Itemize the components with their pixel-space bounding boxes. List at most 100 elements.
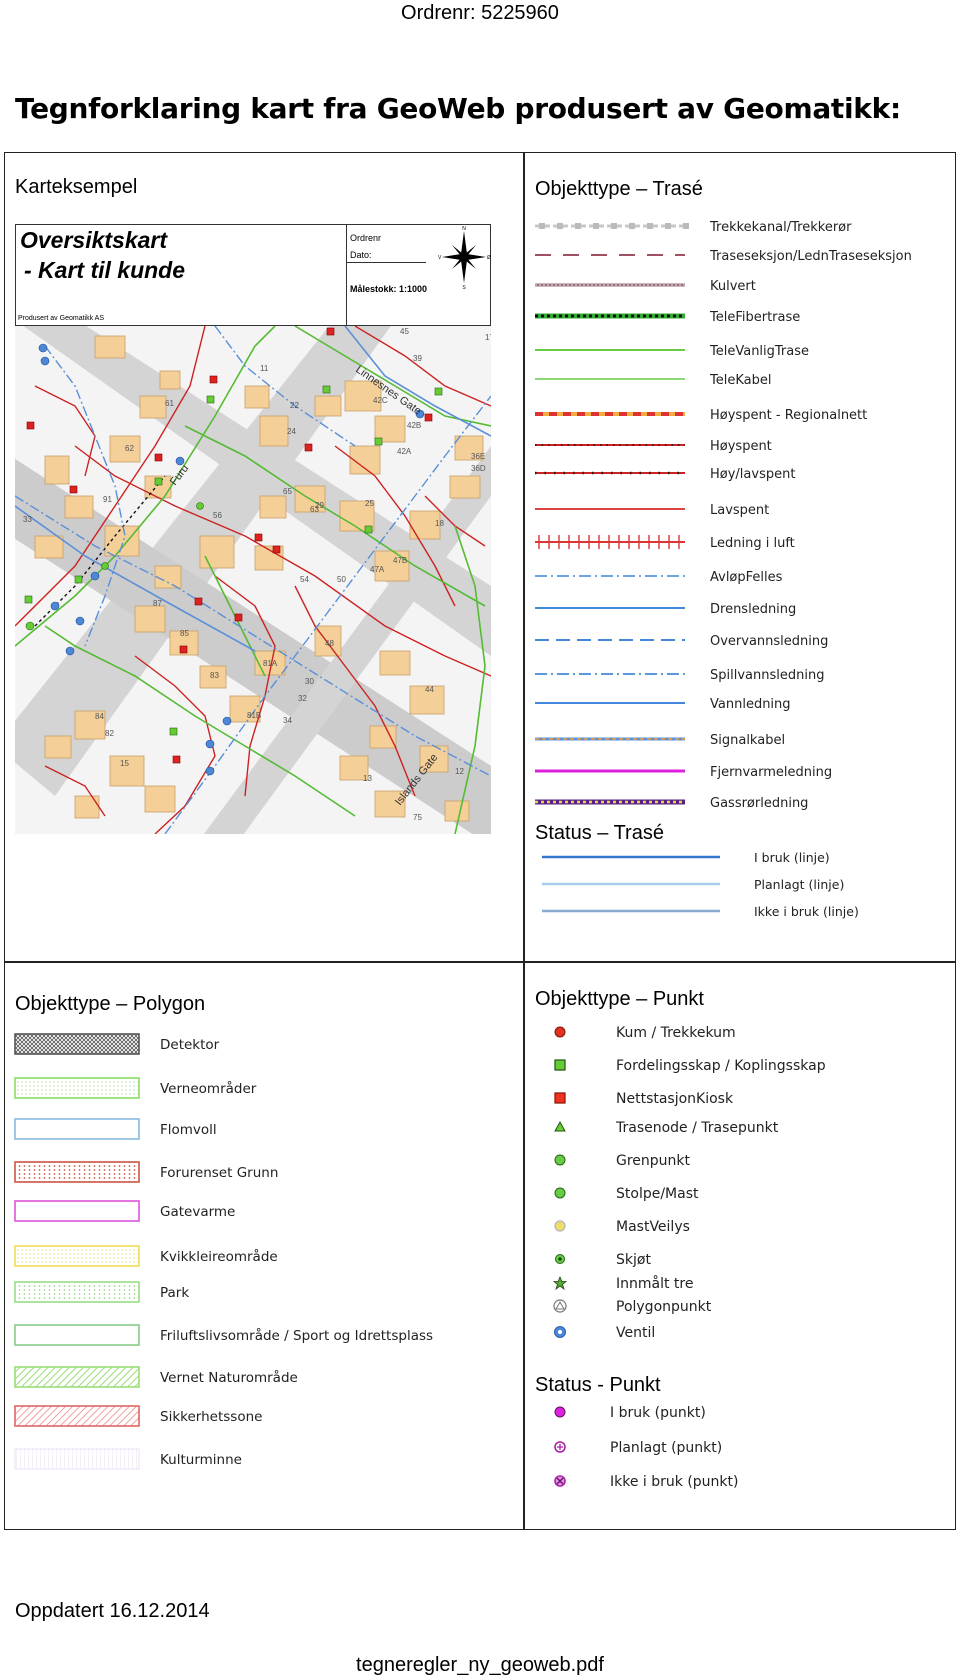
house-number: 42A <box>397 447 412 456</box>
house-number: 91 <box>103 495 112 504</box>
table-divider-vertical <box>523 152 525 1530</box>
polygon-symbol <box>14 1033 140 1055</box>
house-number: 13 <box>363 774 372 783</box>
route-legend-row: Fjernvarmeledning <box>535 765 832 780</box>
polygon-symbol <box>14 1245 140 1267</box>
route-legend-label: TeleKabel <box>709 373 771 388</box>
house-number: 61 <box>165 399 174 408</box>
route-status-title: Status – Trasé <box>535 822 664 844</box>
point-types-legend: Kum / Trekkekum Fordelingsskap / Koplings… <box>552 1025 826 1341</box>
route-legend-row: Trekkekanal/Trekkerør <box>535 220 852 235</box>
house-number: 12 <box>455 767 464 776</box>
green-triangle-icon <box>554 1120 566 1132</box>
point-legend-label: Kum / Trekkekum <box>616 1025 736 1041</box>
house-number: 81A <box>263 659 278 668</box>
table-divider-horizontal <box>4 961 956 963</box>
house-number: 48 <box>325 639 334 648</box>
route-legend-row: AvløpFelles <box>535 570 783 585</box>
route-legend-row: Lavspent <box>535 503 769 518</box>
polygon-symbol <box>14 1366 140 1388</box>
route-legend-label: Trekkekanal/Trekkerør <box>709 220 852 235</box>
polygon-symbol <box>14 1324 140 1346</box>
polygon-legend-label: Friluftslivsområde / Sport og Idrettspla… <box>160 1327 433 1344</box>
polygon-legend-label: Park <box>160 1285 189 1301</box>
point-legend-label: Innmålt tre <box>616 1275 693 1292</box>
point-legend-label: Grenpunkt <box>616 1153 691 1169</box>
polygon-legend-label: Kvikkleireområde <box>160 1248 278 1265</box>
house-number: 24 <box>287 427 296 436</box>
green-circle-icon <box>554 1187 566 1199</box>
map-header-divider <box>346 225 347 327</box>
polygon-legend-label: Vernet Naturområde <box>160 1369 298 1386</box>
route-legend-row: Høy/lavspent <box>535 467 795 482</box>
route-status-label: Ikke i bruk (linje) <box>754 904 859 919</box>
point-section-title: Objekttype – Punkt <box>535 988 704 1010</box>
yellow-circle-icon <box>554 1220 566 1232</box>
house-number: 44 <box>425 685 434 694</box>
house-number: 15 <box>120 759 129 768</box>
map-drawing: Linnesnes Gate Islands Gate Furu 4539171… <box>15 326 491 834</box>
house-number: 54 <box>300 575 309 584</box>
polygon-legend-row: Flomvoll <box>14 1118 217 1140</box>
polygon-legend-label: Forurenset Grunn <box>160 1165 278 1181</box>
house-number: 84 <box>95 712 104 721</box>
green-dot-icon <box>555 1254 565 1264</box>
route-symbol-square <box>629 223 635 229</box>
point-status-label: I bruk (punkt) <box>610 1405 706 1421</box>
polygon-legend-row: Kvikkleireområde <box>14 1245 278 1267</box>
house-number: 29 <box>315 501 324 510</box>
magenta-x-circle-icon <box>554 1475 566 1487</box>
house-number: 87 <box>153 599 162 608</box>
house-number: 17 <box>485 333 491 342</box>
house-number: 75 <box>413 813 422 822</box>
house-number: 33 <box>23 515 32 524</box>
house-number: 83 <box>210 671 219 680</box>
polygon-legend-label: Detektor <box>160 1037 220 1053</box>
polygon-legend-row: Park <box>14 1281 189 1303</box>
grey-triangle-circle-icon <box>553 1299 567 1313</box>
route-legend-label: TeleVanligTrase <box>709 344 809 359</box>
polygon-legend-row: Sikkerhetssone <box>14 1405 262 1427</box>
route-legend-row: TeleVanligTrase <box>535 344 809 359</box>
house-number: 36E <box>471 452 485 461</box>
route-legend-label: Vannledning <box>710 697 791 712</box>
house-number: 47A <box>370 565 385 574</box>
route-legend-label: Kulvert <box>710 279 756 294</box>
page-title: Tegnforklaring kart fra GeoWeb produsert… <box>15 92 901 125</box>
point-legend-label: Skjøt <box>616 1252 651 1268</box>
route-legend-row: Signalkabel <box>535 733 785 748</box>
route-legend-label: Høy/lavspent <box>710 467 795 482</box>
point-legend-label: Ventil <box>616 1325 655 1341</box>
point-legend-label: Fordelingsskap / Koplingsskap <box>616 1058 826 1074</box>
magenta-cross-circle-icon <box>554 1441 566 1453</box>
house-number: 56 <box>213 511 222 520</box>
polygon-symbol <box>14 1405 140 1427</box>
green-star-icon <box>552 1275 568 1291</box>
house-number: 30 <box>305 677 314 686</box>
polygon-legend-row: Forurenset Grunn <box>14 1161 278 1183</box>
polygon-legend-label: Verneområder <box>160 1080 257 1097</box>
point-status-label: Ikke i bruk (punkt) <box>610 1474 738 1490</box>
house-number: 65 <box>283 487 292 496</box>
red-square-icon <box>554 1092 566 1104</box>
route-legend-label: Signalkabel <box>710 733 785 748</box>
point-legend-label: MastVeilys <box>616 1219 690 1235</box>
house-number: 50 <box>337 575 346 584</box>
route-legend-label: TeleFibertrase <box>709 310 800 325</box>
house-number: 36D <box>471 464 486 473</box>
house-number: 32 <box>298 694 307 703</box>
house-number: 47B <box>393 556 407 565</box>
route-legend-row: Spillvannsledning <box>535 668 824 683</box>
route-symbol-square <box>557 223 563 229</box>
polygon-legend-row: Kulturminne <box>14 1448 242 1470</box>
route-legend-row: Drensledning <box>535 602 796 617</box>
route-legend-row: TeleFibertrase <box>535 310 800 325</box>
map-header: Oversiktskart - Kart til kunde Produsert… <box>15 224 491 327</box>
route-symbol-square <box>539 223 545 229</box>
polygon-symbol <box>14 1281 140 1303</box>
updated-date: Oppdatert 16.12.2014 <box>15 1600 210 1622</box>
route-legend-label: Gassrørledning <box>710 796 808 811</box>
house-number: 45 <box>400 327 409 336</box>
point-status-label: Planlagt (punkt) <box>610 1440 722 1456</box>
route-legend-row: Overvannsledning <box>535 634 828 649</box>
